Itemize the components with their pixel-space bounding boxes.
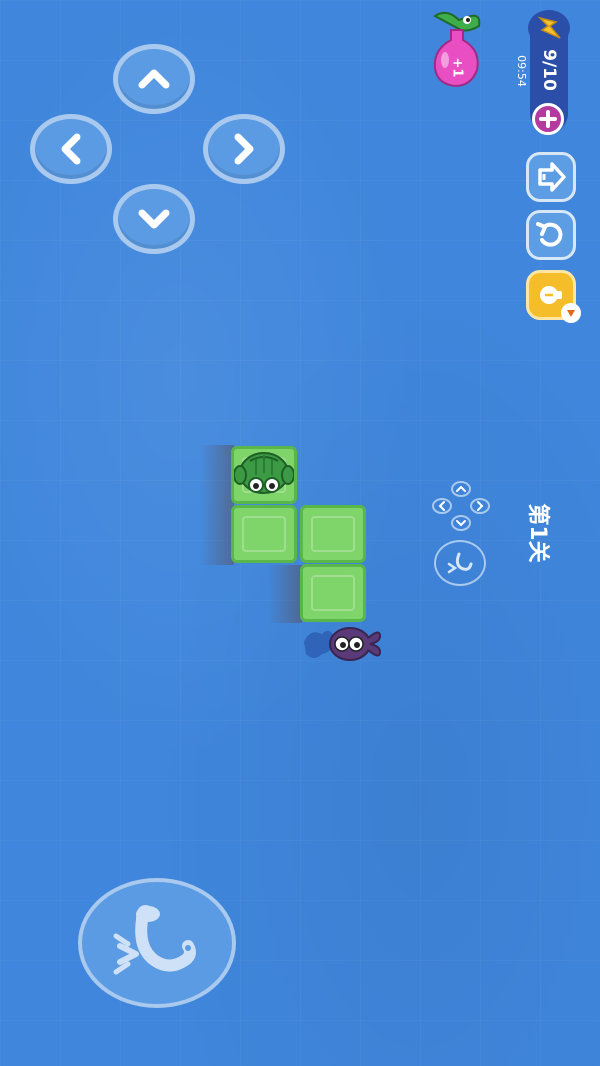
dpad-right-button[interactable] [203,114,285,184]
mini-tongue-hint [434,540,486,586]
tongue-action-button[interactable] [78,878,236,1008]
undo-button[interactable] [526,210,576,260]
hint-button[interactable] [526,270,581,323]
chevron-down-icon [138,209,170,229]
clock-time: 09:54 [515,55,529,87]
dpad-down-button[interactable] [113,184,195,254]
board-tile [300,505,366,563]
chevron-right-icon [234,133,254,165]
bonus-badge-text: +1 [449,57,465,78]
dpad-up-button[interactable] [113,44,195,114]
block-shadow [268,565,302,623]
plus-icon [539,110,557,128]
chevron-left-icon [61,133,81,165]
exit-icon [538,162,566,192]
bug-target [300,622,384,668]
undo-icon [536,222,563,247]
frog-character [233,449,295,501]
board-tile [231,505,297,563]
chevron-up-icon [138,69,170,89]
mini-dpad-hint [430,480,492,532]
block-shadow [200,445,234,565]
board-tile [300,564,366,622]
level-label: 第1关 [525,503,550,563]
dpad-left-button[interactable] [30,114,112,184]
exit-button[interactable] [526,152,576,202]
bonus-item[interactable]: +1 [425,8,487,88]
energy-count: 9/10 [539,49,559,91]
tongue-action-icon [113,905,196,975]
energy-bolt-icon [526,8,572,48]
add-energy-button[interactable] [532,103,564,135]
game-stage: +1 9/10 09:54 第1关 [0,0,600,1066]
video-ad-icon [561,303,581,323]
